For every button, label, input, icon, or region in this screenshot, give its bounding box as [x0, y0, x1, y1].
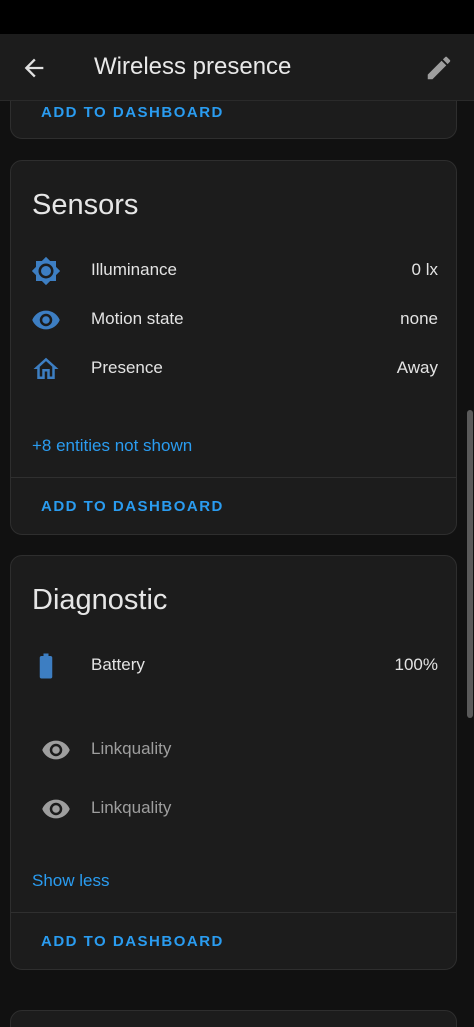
scrollbar-thumb[interactable] — [467, 410, 473, 718]
add-to-dashboard-button[interactable]: ADD TO DASHBOARD — [41, 104, 224, 121]
card-divider — [11, 477, 456, 478]
sensor-row-motion-state[interactable]: Motion state none — [11, 299, 458, 339]
brightness-icon — [31, 256, 61, 286]
sensor-value: none — [400, 309, 438, 328]
add-to-dashboard-button[interactable]: ADD TO DASHBOARD — [41, 933, 224, 950]
page-title: Wireless presence — [94, 53, 292, 80]
sensor-value: 0 lx — [411, 260, 438, 279]
sensor-row-presence[interactable]: Presence Away — [11, 348, 458, 388]
diagnostic-label: Linkquality — [91, 798, 172, 817]
diagnostic-label: Linkquality — [91, 739, 172, 758]
sensors-card: Sensors Illuminance 0 lx Motion state no… — [10, 160, 457, 535]
eye-icon — [31, 305, 61, 335]
diagnostic-row-linkquality[interactable]: Linkquality — [11, 729, 458, 769]
back-arrow-icon[interactable] — [20, 54, 48, 82]
app-bar: Wireless presence — [0, 34, 474, 101]
diagnostic-card: Diagnostic Battery 100% Linkquality Link… — [10, 555, 457, 970]
eye-icon — [41, 735, 71, 765]
battery-icon — [31, 651, 61, 681]
sensor-label: Illuminance — [91, 260, 177, 279]
diagnostic-title: Diagnostic — [32, 584, 168, 616]
add-to-dashboard-button[interactable]: ADD TO DASHBOARD — [41, 498, 224, 515]
diagnostic-value: 100% — [394, 655, 438, 674]
diagnostic-row-battery[interactable]: Battery 100% — [11, 645, 458, 685]
diagnostic-row-linkquality[interactable]: Linkquality — [11, 788, 458, 828]
eye-icon — [41, 794, 71, 824]
sensor-label: Presence — [91, 358, 163, 377]
entities-not-shown-link[interactable]: +8 entities not shown — [32, 436, 192, 456]
status-bar — [0, 0, 474, 34]
card-divider — [11, 912, 456, 913]
home-icon — [31, 354, 61, 384]
sensors-title: Sensors — [32, 189, 139, 221]
sensor-row-illuminance[interactable]: Illuminance 0 lx — [11, 250, 458, 290]
sensor-value: Away — [396, 358, 438, 377]
page-content: ADD TO DASHBOARD Sensors Illuminance 0 l… — [0, 101, 474, 1027]
previous-card: ADD TO DASHBOARD — [10, 101, 457, 139]
show-less-link[interactable]: Show less — [32, 871, 109, 891]
next-card — [10, 1010, 457, 1027]
diagnostic-label: Battery — [91, 655, 145, 674]
sensor-label: Motion state — [91, 309, 184, 328]
pencil-icon[interactable] — [424, 53, 454, 83]
